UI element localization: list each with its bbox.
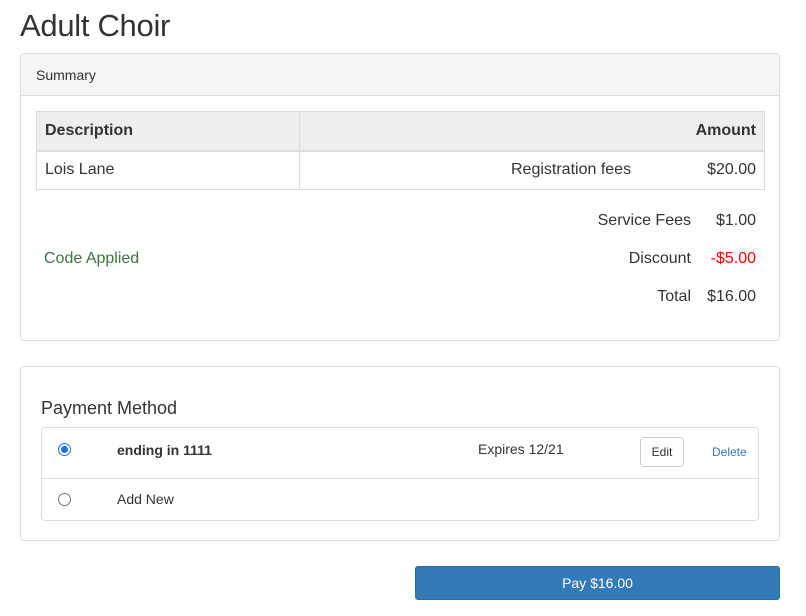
edit-card-button[interactable]: Edit bbox=[640, 437, 684, 467]
payment-method-list: ending in 1111 Expires 12/21 Edit Delete… bbox=[41, 427, 759, 521]
card-radio[interactable] bbox=[58, 443, 71, 456]
summary-header: Summary bbox=[21, 54, 779, 96]
service-fees-value: $1.00 bbox=[715, 212, 756, 229]
total-value: $16.00 bbox=[707, 288, 756, 305]
column-header-description: Description bbox=[36, 111, 300, 152]
discount-label: Discount bbox=[628, 250, 691, 267]
discount-value: -$5.00 bbox=[710, 250, 756, 267]
summary-table: Description Amount Lois Lane Registratio… bbox=[36, 111, 765, 190]
payment-method-card[interactable]: ending in 1111 Expires 12/21 Edit Delete bbox=[42, 428, 758, 479]
delete-card-link[interactable]: Delete bbox=[712, 445, 747, 459]
card-label: ending in 1111 bbox=[117, 442, 212, 458]
code-applied-status: Code Applied bbox=[44, 250, 140, 267]
total-label: Total bbox=[657, 288, 691, 305]
add-new-label: Add New bbox=[117, 491, 174, 507]
table-row: Lois Lane Registration fees $20.00 bbox=[36, 150, 765, 190]
pay-button[interactable]: Pay $16.00 bbox=[415, 566, 780, 600]
table-header-row: Description Amount bbox=[36, 111, 765, 152]
add-new-radio[interactable] bbox=[58, 493, 71, 506]
page-title: Adult Choir bbox=[20, 8, 171, 43]
card-expiry: Expires 12/21 bbox=[478, 441, 564, 457]
row-description: Lois Lane bbox=[36, 150, 300, 190]
row-amount-cell: Registration fees $20.00 bbox=[299, 150, 765, 190]
payment-panel: Payment Method ending in 1111 Expires 12… bbox=[20, 366, 780, 541]
row-fee-type: Registration fees bbox=[511, 161, 632, 179]
service-fees-label: Service Fees bbox=[597, 212, 691, 229]
row-amount: $20.00 bbox=[707, 161, 756, 179]
payment-method-title: Payment Method bbox=[41, 398, 178, 418]
payment-method-add-new[interactable]: Add New bbox=[42, 479, 758, 520]
column-header-amount: Amount bbox=[299, 111, 765, 152]
summary-panel: Summary Description Amount Lois Lane Reg… bbox=[20, 53, 780, 341]
